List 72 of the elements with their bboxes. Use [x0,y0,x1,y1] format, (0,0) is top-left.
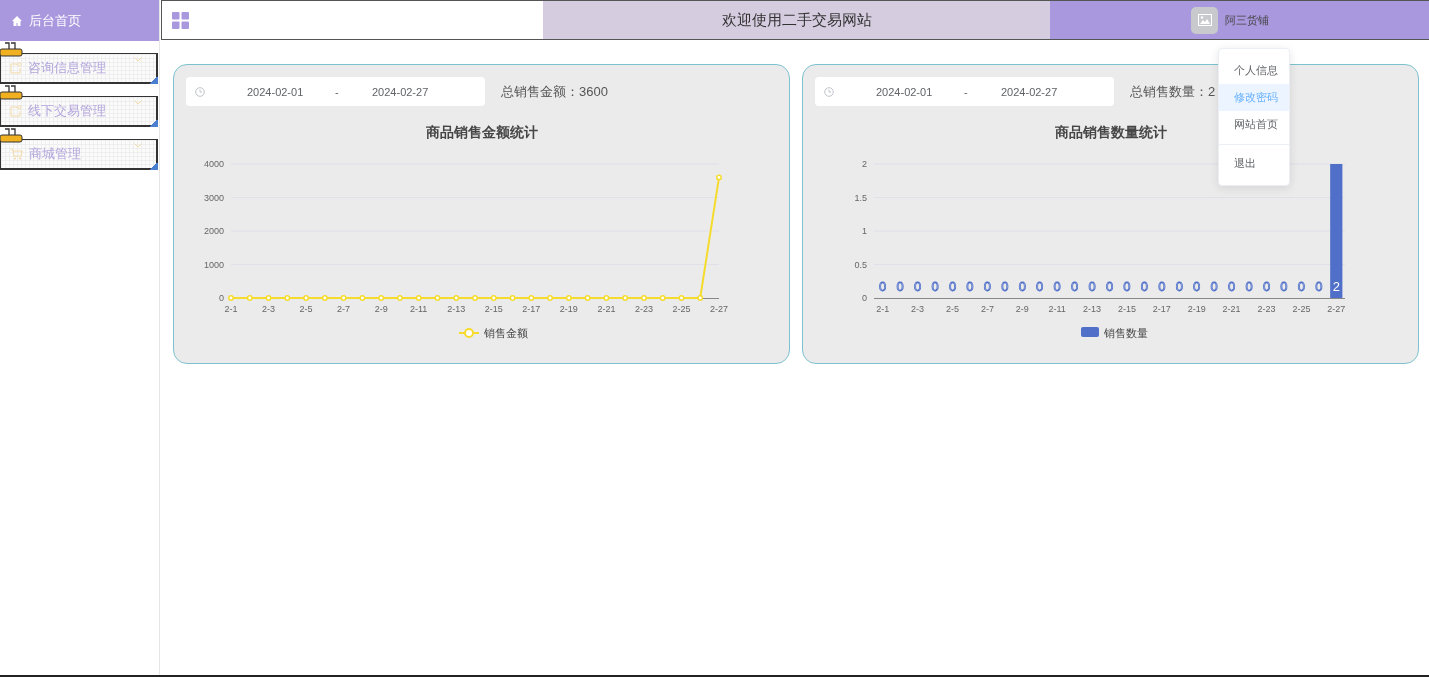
data-label: 0 [1228,279,1236,294]
axis-tick-label: 2-3 [911,304,925,314]
site-title: 欢迎使用二手交易网站 [721,10,872,30]
axis-tick-label: 2-11 [1048,304,1066,314]
legend-label: 销售金额 [484,327,528,339]
data-label: 0 [1193,279,1201,294]
axis-tick-label: 0 [219,293,224,303]
axis-tick-label: 3000 [203,192,224,203]
axis-tick-label: 2-23 [634,304,653,314]
axis-tick-label: 2-13 [1083,304,1102,314]
data-label: 0 [1071,279,1079,294]
axis-tick-label: 2-5 [946,304,959,314]
data-label: 0 [1245,279,1253,294]
axis-tick-label: 0 [862,293,867,303]
data-label: 0 [1175,279,1183,294]
data-label: 0 [1036,279,1044,294]
axis-tick-label: 2-25 [1292,304,1311,314]
axis-tick-label: 2-15 [484,304,503,314]
data-label: 0 [1297,279,1305,294]
data-label: 0 [1001,279,1009,294]
data-label: 0 [983,279,991,294]
sales-total: 总销售数量：2 [1130,82,1216,101]
data-label: 0 [1158,279,1166,294]
axis-tick-label: 4000 [203,159,224,169]
data-label: 0 [1105,279,1114,294]
legend-label: 销售数量 [1104,327,1148,339]
data-label: 0 [879,279,887,294]
data-label: 0 [1315,279,1323,294]
axis-tick-label: 2-27 [1327,304,1346,314]
data-label: 0 [1140,279,1148,294]
axis-tick-label: 2 [862,159,867,169]
axis-tick-label: 2-19 [559,304,578,314]
axis-tick-label: 1.5 [854,192,867,203]
data-label: 0 [1088,279,1096,294]
axis-tick-label: 0.5 [854,259,867,270]
data-label: 0 [1053,279,1061,294]
axis-tick-label: 2-25 [672,304,691,314]
axis-tick-label: 2-1 [876,304,890,314]
chart-title: 商品销售数量统计 [1054,124,1167,142]
data-label: 0 [948,279,957,294]
axis-tick-label: 1000 [203,259,224,270]
data-label: 0 [1262,279,1271,294]
data-label: 0 [966,279,974,294]
axis-tick-label: 2-1 [224,304,238,314]
axis-tick-label: 1 [862,226,867,236]
axis-tick-label: 2-21 [597,304,616,314]
chart-title: 商品销售金额统计 [425,124,538,142]
data-label: 0 [914,279,922,294]
axis-tick-label: 2-15 [1117,304,1136,314]
data-label: 0 [1210,279,1218,294]
axis-tick-label: 2-7 [337,304,351,314]
axis-tick-label: 2-11 [410,304,428,314]
axis-tick-label: 2-7 [980,304,994,314]
axis-tick-label: 2-9 [1015,304,1029,314]
data-label: 0 [931,279,939,294]
axis-tick-label: 2000 [203,226,224,236]
axis-tick-label: 2-23 [1257,304,1276,314]
data-label: 0 [1018,279,1026,294]
axis-tick-label: 2-19 [1187,304,1206,314]
sales-total: 总销售金额：3600 [501,82,608,101]
axis-tick-label: 2-3 [262,304,276,314]
data-label: 2 [1332,279,1340,294]
axis-tick-label: 2-21 [1222,304,1241,314]
axis-tick-label: 2-5 [299,304,313,314]
axis-tick-label: 2-17 [1152,304,1171,314]
data-label: 0 [896,279,904,294]
data-label: 0 [1280,279,1288,294]
data-label: 0 [1123,279,1131,294]
axis-tick-label: 2-27 [710,304,728,314]
axis-tick-label: 2-17 [522,304,541,314]
axis-tick-label: 2-13 [447,304,466,314]
axis-tick-label: 2-9 [374,304,388,314]
